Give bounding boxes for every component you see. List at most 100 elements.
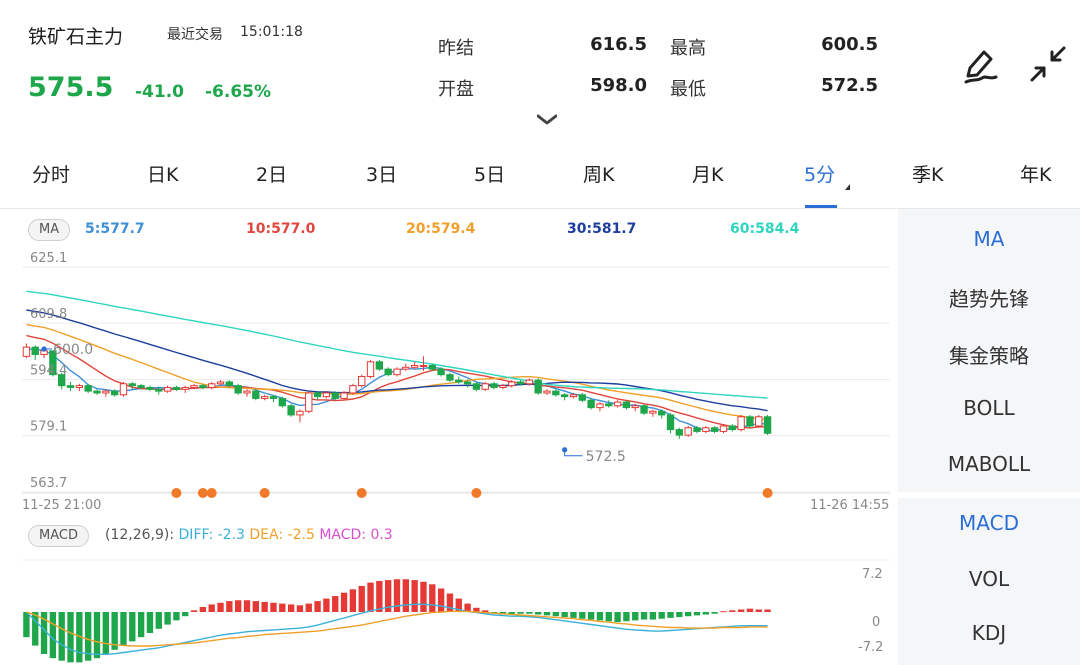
candle-body [428,364,436,370]
macd-hist-bar [129,612,136,642]
side-item-boll[interactable]: BOLL [898,396,1080,420]
last-trade-label: 最近交易 [167,27,223,43]
macd-hist-bar [349,589,357,612]
tab-5-day[interactable]: 5日 [474,160,505,187]
candle-body [84,385,92,392]
macd-hist-bar [279,603,286,612]
tab-timeshare[interactable]: 分时 [32,160,70,187]
macd-hist-bar [287,604,295,612]
macd-hist-bar [296,605,304,612]
signal-dot [356,488,367,498]
macd-hist-bar [402,579,409,612]
candle-body [755,416,763,427]
macd-hist-bar [552,612,559,617]
candle-body [693,427,701,432]
contract-name: 铁矿石主力 [28,26,124,48]
macd-hist-bar [685,612,692,617]
candle-body [102,390,110,394]
macd-hist-bar [367,582,374,612]
side-item-vol[interactable]: VOL [898,567,1080,591]
candle-body [269,396,278,399]
candle-body [146,386,154,390]
last-price: 575.5 [28,72,114,103]
candle-body [737,416,745,431]
candle-body [534,379,542,394]
tab-month-k[interactable]: 月K [692,160,723,187]
period-tabs: 分时 日K 2日 3日 5日 周K 月K 5分 季K 年K [0,150,1080,208]
macd-hist-bar [535,612,542,615]
candle-body [702,427,710,432]
candle-body [446,374,454,381]
price-marker-label: 572.5 [586,449,626,465]
candle-body [463,381,472,385]
macd-hist-bar [543,612,551,616]
macd-hist-bar [737,609,745,612]
candle-body [137,385,145,388]
high-value: 600.5 [821,34,878,55]
macd-hist-bar [429,584,436,612]
candle-body [410,364,419,368]
tab-dropdown-arrow-icon[interactable] [845,184,850,190]
tab-3-day[interactable]: 3日 [366,160,397,187]
kline-chart[interactable]: 625.1 609.8 594.4 579.1 563.7 600.0 572.5 11-25… [0,240,895,665]
side-item-kdj[interactable]: KDJ [898,621,1080,645]
chevron-down-icon[interactable] [536,111,558,130]
price-marker-leader [564,449,583,457]
collapse-icon[interactable] [1028,44,1068,88]
last-trade-time: 15:01:18 [240,24,303,40]
macd-hist-bar [358,585,365,612]
macd-hist-bar [446,593,454,612]
macd-hist-bar [693,612,701,616]
macd-hist-bar [23,612,30,638]
open-value: 598.0 [590,75,647,96]
candle-body [419,364,428,367]
tab-quarter-k[interactable]: 季K [912,160,943,187]
candle-body [110,390,119,396]
side-item-macd[interactable]: MACD [898,511,1080,535]
signal-dot [259,488,270,498]
low-label: 最低 [670,79,706,100]
side-item-ma[interactable]: MA [898,227,1080,251]
candle-body [252,390,260,399]
candle-body [560,394,569,398]
ma-indicator-badge[interactable]: MA [28,219,71,241]
candle-body [675,429,684,436]
tab-week-k[interactable]: 周K [583,160,614,187]
side-item-maboll[interactable]: MABOLL [898,452,1080,476]
candle-body [569,394,578,398]
tab-2-day[interactable]: 2日 [256,160,287,187]
candle-body [649,410,657,414]
candle-body [613,401,622,407]
pen-draw-icon[interactable] [962,44,1002,90]
candle-body [516,381,525,385]
candle-body [119,383,128,396]
macd-hist-bar [596,612,604,621]
macd-hist-bar [393,579,401,612]
candle-body [31,346,39,355]
macd-hist-bar [623,612,630,622]
tab-day-k[interactable]: 日K [147,160,178,187]
macd-hist-bar [376,580,383,612]
macd-hist-bar [482,610,489,612]
candle-body [22,346,31,357]
candle-body [605,403,613,407]
macd-hist-bar [420,581,427,612]
price-change-pct: -6.65% [205,82,272,102]
side-item-gold-strategy[interactable]: 集金策略 [898,340,1080,369]
tab-year-k[interactable]: 年K [1020,160,1051,187]
candle-body [763,416,772,434]
candle-body [190,385,198,388]
macd-hist-bar [570,612,577,618]
candle-body [666,414,675,431]
macd-hist-bar [517,612,524,614]
macd-hist-bar [667,612,674,618]
candle-body [490,383,498,388]
macd-hist-bar [305,603,312,612]
candle-body [384,368,392,376]
tab-5-min[interactable]: 5分 [804,160,835,187]
macd-hist-bar [561,612,568,618]
candle-body [375,361,384,370]
candle-body [322,392,331,398]
candle-body [181,386,189,390]
side-item-trend-pioneer[interactable]: 趋势先锋 [898,283,1080,312]
